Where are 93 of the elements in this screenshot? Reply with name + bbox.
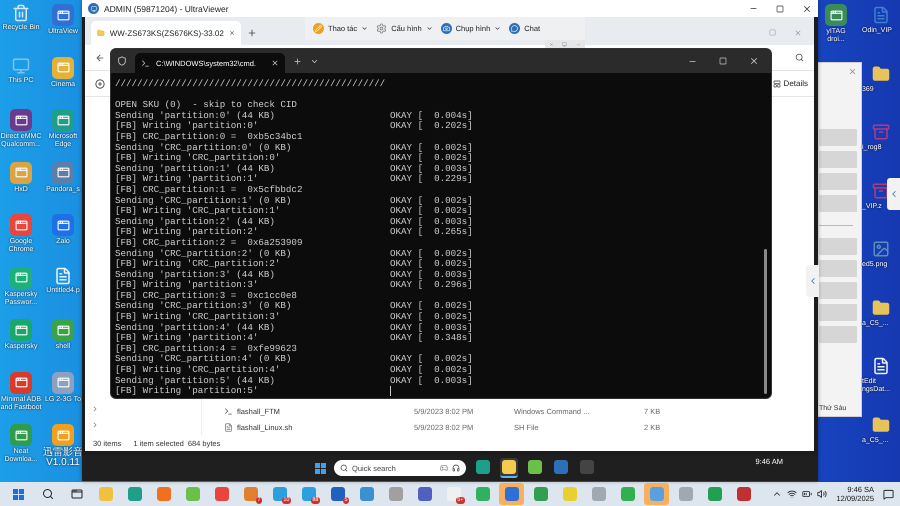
console-result: OKAY [ 0.348s] bbox=[390, 333, 473, 344]
console-line: Sending 'CRC_partition:3' (0 KB) bbox=[115, 301, 292, 312]
console-line: ///////////////////////////////////////////////// bbox=[115, 79, 386, 90]
console-result: OKAY [ 0.002s] bbox=[390, 153, 473, 164]
close-icon[interactable] bbox=[228, 29, 235, 37]
console-result: OKAY [ 0.003s] bbox=[390, 164, 473, 174]
dropdown-caret-icon bbox=[494, 25, 502, 32]
wifi-icon[interactable] bbox=[787, 489, 798, 499]
terminal-icon bbox=[141, 58, 150, 68]
console-result: OKAY [ 0.002s] bbox=[390, 312, 473, 323]
explorer-tab[interactable]: WW-ZS673KS(ZS676KS)-33.02 bbox=[91, 21, 241, 45]
scrollbar-thumb[interactable] bbox=[764, 249, 767, 394]
console-line: [FB] Writing 'CRC_partition:1' bbox=[115, 206, 282, 217]
window-title: ADMIN (59871204) - UltraViewer bbox=[104, 4, 229, 14]
settings-icon bbox=[376, 23, 388, 34]
camera-icon bbox=[440, 23, 452, 34]
desktop-icon-label[interactable]: 迅雷影音 V1.0.11 bbox=[42, 448, 84, 468]
console-line: [FB] Writing 'CRC_partition:0' bbox=[115, 153, 282, 164]
file-icon bbox=[224, 422, 233, 432]
search-icon[interactable] bbox=[42, 488, 54, 500]
console-result: OKAY [ 0.002s] bbox=[390, 142, 473, 153]
console-result: OKAY [ 0.003s] bbox=[390, 270, 473, 280]
console-line: [FB] CRC_partition:4 = 0xfe99623 bbox=[115, 344, 298, 354]
console-line: Sending 'CRC_partition:2' (0 KB) bbox=[115, 248, 292, 259]
windows-logo-icon[interactable] bbox=[13, 488, 24, 500]
search-icon[interactable] bbox=[795, 53, 804, 62]
dropdown-caret-icon bbox=[361, 25, 368, 32]
folder-icon bbox=[97, 28, 105, 38]
console-line: [FB] Writing 'CRC_partition:4' bbox=[115, 365, 282, 376]
maximize-icon[interactable] bbox=[776, 4, 784, 12]
console-result: OKAY [ 0.202s] bbox=[390, 121, 473, 132]
console-result: OKAY [ 0.002s] bbox=[390, 354, 473, 365]
console-result: OKAY [ 0.296s] bbox=[390, 280, 473, 291]
close-icon[interactable] bbox=[802, 4, 812, 14]
console-result: OKAY [ 0.002s] bbox=[390, 365, 473, 376]
console-result: OKAY [ 0.003s] bbox=[390, 216, 473, 227]
console-result: OKAY [ 0.002s] bbox=[390, 301, 473, 312]
console-line: Sending 'partition:2' (44 KB) bbox=[115, 216, 276, 227]
console-line: Sending 'partition:3' (44 KB) bbox=[115, 270, 276, 280]
console-result: OKAY [ 0.003s] bbox=[390, 376, 473, 386]
taskbar-app[interactable] bbox=[500, 458, 518, 478]
console-line: [FB] CRC_partition:2 = 0x6a253909 bbox=[115, 238, 304, 248]
console-line: Sending 'partition:4' (44 KB) bbox=[115, 322, 276, 333]
back-arrow-icon[interactable] bbox=[95, 52, 105, 62]
battery-icon[interactable] bbox=[802, 489, 812, 499]
console-result: OKAY [ 0.002s] bbox=[390, 206, 473, 217]
search-icon bbox=[340, 464, 348, 472]
task-view-icon[interactable] bbox=[70, 488, 82, 500]
console-line: [FB] CRC_partition:3 = 0xc1cc0e8 bbox=[115, 290, 298, 301]
console-line: [FB] Writing 'partition:2' bbox=[115, 227, 260, 238]
console-line: Sending 'CRC_partition:0' (0 KB) bbox=[115, 142, 292, 153]
console-result: OKAY [ 0.265s] bbox=[390, 227, 473, 238]
script-file-icon bbox=[224, 406, 233, 416]
console-line: [FB] Writing 'CRC_partition:3' bbox=[115, 312, 282, 323]
console-line: Sending 'partition:5' (44 KB) bbox=[115, 376, 276, 386]
pencil-icon bbox=[313, 23, 324, 34]
new-item-icon[interactable] bbox=[95, 78, 105, 88]
console-line: [FB] Writing 'partition:3' bbox=[115, 280, 260, 291]
console-line: [FB] Writing 'partition:1' bbox=[115, 174, 260, 185]
console-result: OKAY [ 0.002s] bbox=[390, 196, 473, 206]
console-line: [FB] Writing 'CRC_partition:2' bbox=[115, 259, 282, 270]
new-tab-icon[interactable] bbox=[293, 56, 302, 66]
console-result: OKAY [ 0.002s] bbox=[390, 248, 473, 259]
console-result: OKAY [ 0.002s] bbox=[390, 259, 473, 270]
chat-icon bbox=[509, 23, 520, 34]
console-line: Sending 'partition:1' (44 KB) bbox=[115, 164, 276, 174]
new-tab-icon[interactable] bbox=[247, 28, 257, 38]
console-line: [FB] CRC_partition:1 = 0x5cfbbdc2 bbox=[115, 184, 304, 196]
details-button[interactable]: Details bbox=[768, 77, 812, 90]
console-line: [FB] Writing 'partition:4' bbox=[115, 333, 260, 344]
side-tab[interactable] bbox=[887, 178, 900, 210]
console-line: OPEN SKU (0) - skip to check CID bbox=[115, 100, 298, 111]
windows-logo-icon[interactable] bbox=[315, 462, 326, 474]
console-line: [FB] Writing 'partition:0' bbox=[115, 121, 260, 132]
toolbar-handle[interactable] bbox=[545, 40, 585, 48]
app-logo-icon bbox=[88, 3, 99, 14]
headphones-icon bbox=[452, 464, 460, 472]
console-result: OKAY [ 0.004s] bbox=[390, 110, 473, 121]
notification-icon[interactable] bbox=[883, 488, 894, 500]
console-line: Sending 'CRC_partition:1' (0 KB) bbox=[115, 196, 292, 206]
console-line: Sending 'partition:0' (44 KB) bbox=[115, 110, 276, 121]
dropdown-caret-icon bbox=[426, 25, 433, 32]
console-result: OKAY [ 0.229s] bbox=[390, 174, 473, 185]
close-icon[interactable] bbox=[271, 59, 279, 67]
close-icon[interactable] bbox=[749, 56, 759, 66]
tab-title: WW-ZS673KS(ZS676KS)-33.02 bbox=[110, 28, 224, 38]
console-line: [FB] Writing 'partition:5' bbox=[115, 386, 260, 397]
volume-icon[interactable] bbox=[817, 489, 828, 499]
gamepad-icon bbox=[440, 464, 448, 472]
shield-icon bbox=[117, 56, 127, 66]
console-result: OKAY [ 0.003s] bbox=[390, 322, 473, 333]
console-line: [FB] CRC_partition:0 = 0xb5c34bc1 bbox=[115, 132, 304, 143]
console-line: Sending 'CRC_partition:4' (0 KB) bbox=[115, 354, 292, 365]
